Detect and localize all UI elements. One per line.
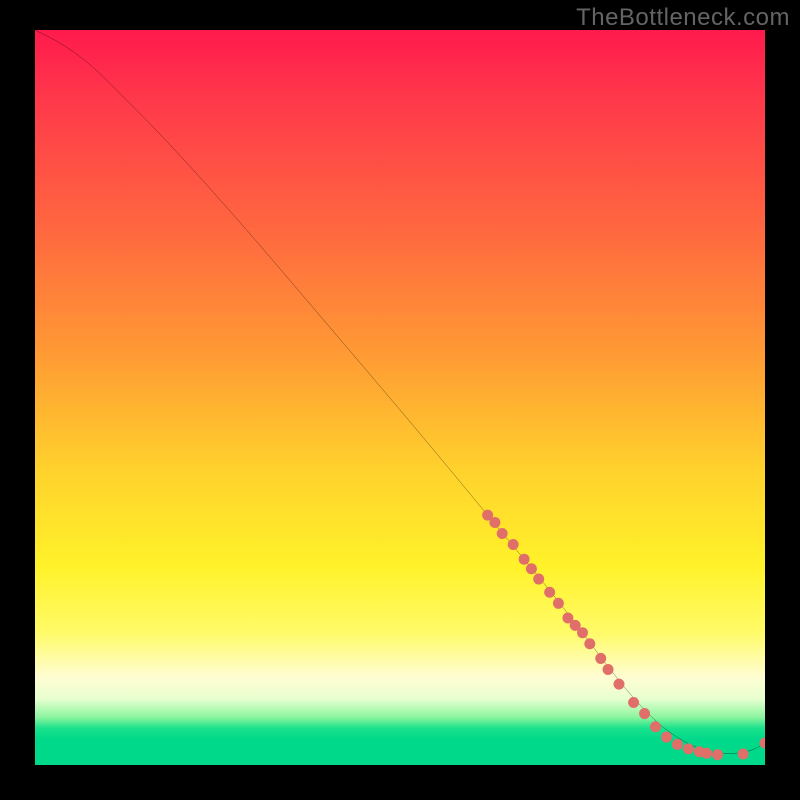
data-point: [544, 587, 555, 598]
data-point: [701, 748, 712, 759]
data-point: [497, 528, 508, 539]
data-point: [584, 638, 595, 649]
data-point: [508, 539, 519, 550]
chart-points: [482, 510, 765, 761]
data-point: [650, 721, 661, 732]
data-point: [526, 563, 537, 574]
data-point: [628, 697, 639, 708]
data-point: [603, 664, 614, 675]
data-point: [672, 739, 683, 750]
data-point: [614, 679, 625, 690]
chart-line: [35, 30, 765, 754]
data-point: [519, 554, 530, 565]
data-point: [661, 732, 672, 743]
data-point: [595, 653, 606, 664]
chart-svg: [35, 30, 765, 765]
data-point: [712, 749, 723, 760]
data-point: [489, 517, 500, 528]
data-point: [533, 574, 544, 585]
data-point: [738, 748, 749, 759]
data-point: [553, 598, 564, 609]
data-point: [639, 708, 650, 719]
data-point: [683, 743, 694, 754]
chart-frame: TheBottleneck.com: [0, 0, 800, 800]
plot-area: [35, 30, 765, 765]
data-point: [577, 627, 588, 638]
data-point: [760, 737, 765, 748]
watermark-text: TheBottleneck.com: [576, 4, 790, 32]
